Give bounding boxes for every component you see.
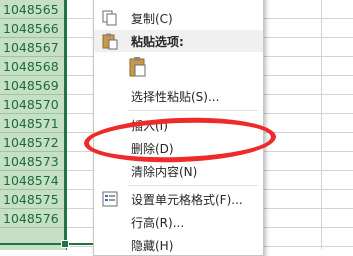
menu-item-label: 选择性粘贴(S)... (131, 89, 220, 104)
menu-item-clear-contents[interactable]: 清除内容(N) (94, 160, 263, 182)
menu-separator (128, 110, 258, 111)
menu-item-label: 粘贴选项: (131, 34, 184, 49)
selection-border (64, 0, 67, 243)
menu-item-label: 行高(R)... (131, 215, 185, 230)
row-header[interactable]: 1048566 (0, 19, 66, 38)
row-header[interactable]: 1048575 (0, 190, 66, 209)
row-header[interactable]: 1048573 (0, 152, 66, 171)
fill-handle[interactable] (61, 240, 69, 248)
paste-option-button[interactable] (94, 52, 263, 80)
menu-item-row-height[interactable]: 行高(R)... (94, 211, 263, 233)
row-header[interactable]: 1048570 (0, 95, 66, 114)
menu-item-label: 隐藏(H) (131, 238, 174, 253)
paste-options-header: 粘贴选项: (94, 30, 263, 52)
clipboard-icon (101, 32, 119, 50)
row-header[interactable]: 1048565 (0, 0, 66, 19)
copy-icon (101, 9, 119, 27)
menu-item-format-cells[interactable]: 设置单元格格式(F)... (94, 188, 263, 210)
row-header[interactable]: 1048571 (0, 114, 66, 133)
menu-item-paste-special[interactable]: 选择性粘贴(S)... (94, 85, 263, 107)
row-header[interactable]: 1048576 (0, 209, 66, 228)
format-cells-icon (101, 190, 119, 208)
row-header[interactable]: 1048569 (0, 76, 66, 95)
menu-item-label: 清除内容(N) (131, 164, 198, 179)
row-header[interactable]: 1048568 (0, 57, 66, 76)
paste-clipboard-icon (128, 56, 148, 78)
row-header[interactable]: 1048572 (0, 133, 66, 152)
row-header[interactable]: 1048574 (0, 171, 66, 190)
menu-item-hide[interactable]: 隐藏(H) (94, 234, 263, 256)
menu-item-copy[interactable]: 复制(C) (94, 7, 263, 29)
menu-item-label: 设置单元格格式(F)... (131, 192, 243, 207)
row-header[interactable]: 1048567 (0, 38, 66, 57)
row-header-column[interactable]: 1048564 1048565 1048566 1048567 1048568 … (0, 0, 67, 250)
menu-separator (128, 185, 258, 186)
menu-item-label: 复制(C) (131, 11, 173, 26)
selection-bottom-border (0, 243, 100, 245)
